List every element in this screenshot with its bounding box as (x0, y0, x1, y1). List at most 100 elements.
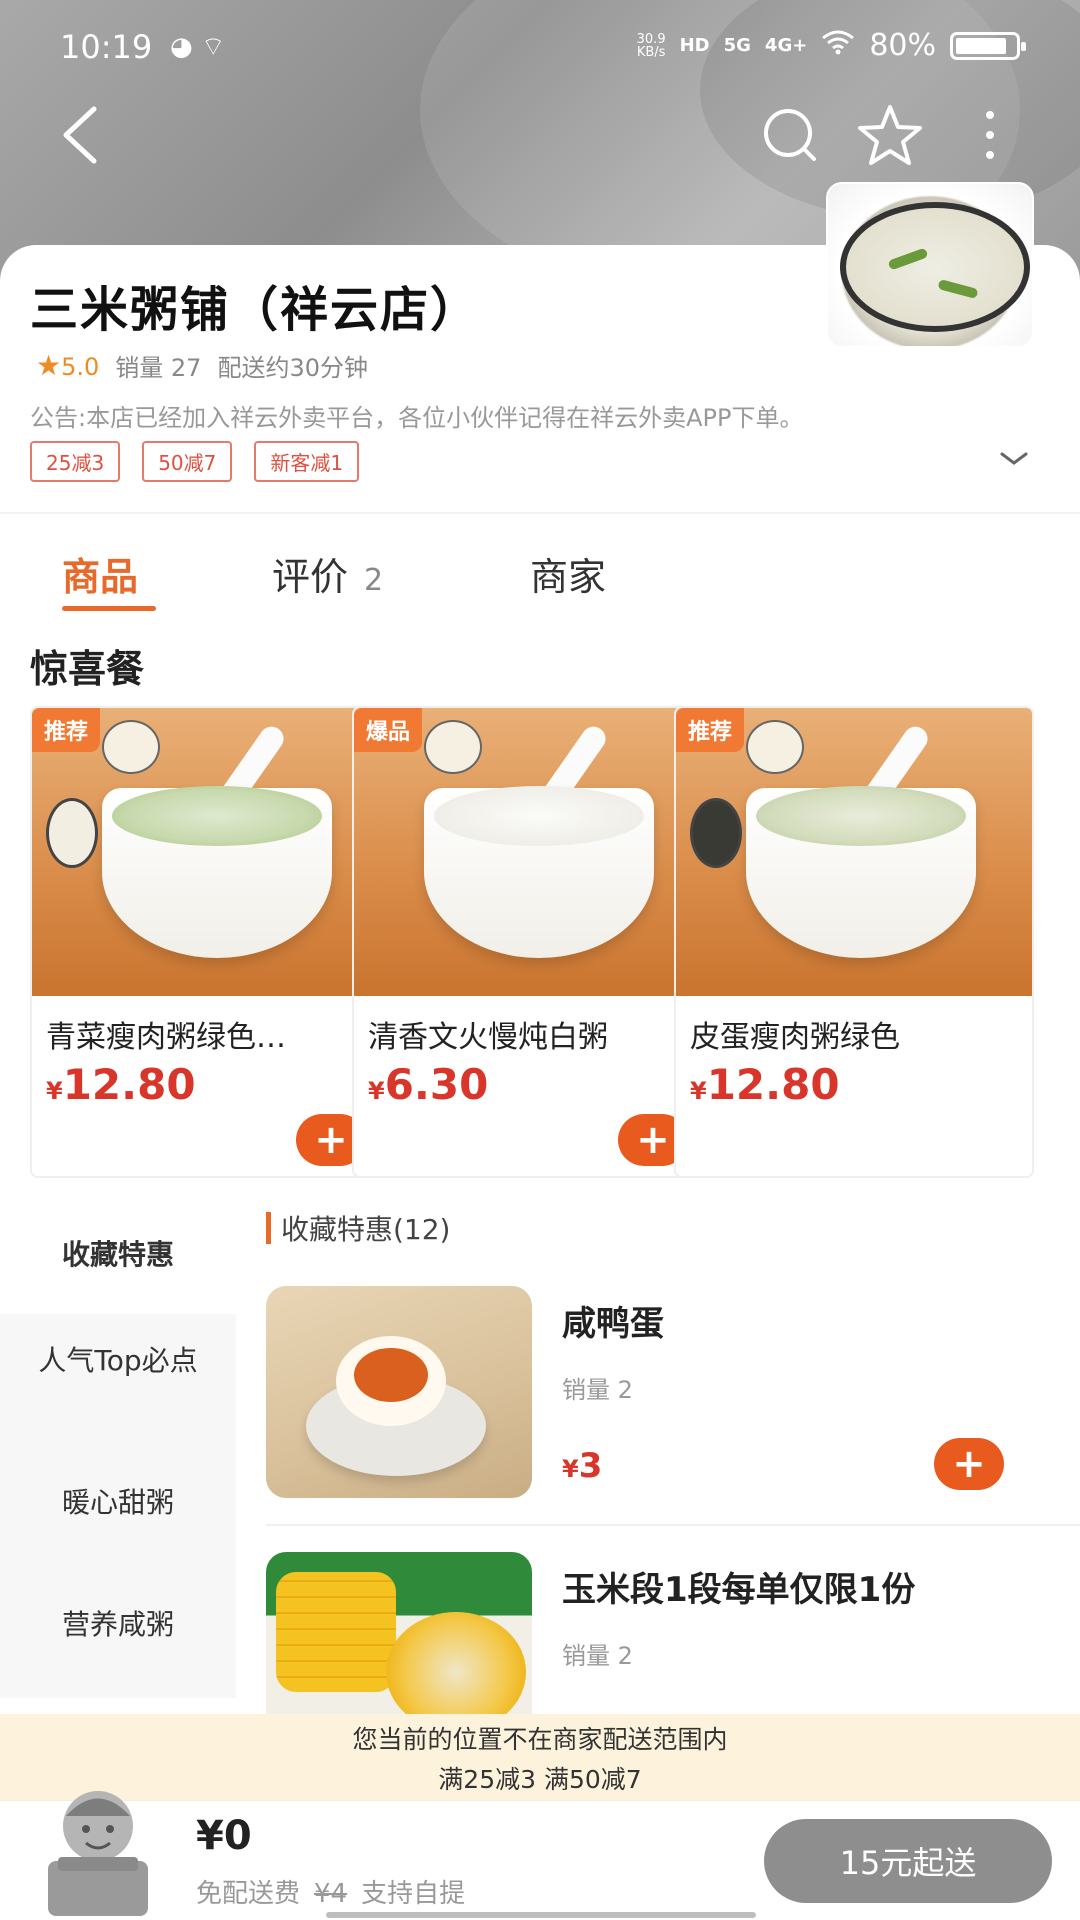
cart-delivery-info: 免配送费 ¥4 支持自提 (196, 1873, 465, 1910)
brand-logo (746, 720, 804, 774)
store-announcement: 公告:本店已经加入祥云外卖平台，各位小伙伴记得在祥云外卖APP下单。 (30, 404, 804, 432)
cart-total: ¥0 (196, 1813, 252, 1859)
cart-mascot-icon[interactable] (28, 1771, 168, 1920)
store-sales: 销量 27 (115, 354, 202, 382)
battery-icon (950, 31, 1026, 60)
search-icon (764, 109, 816, 161)
item-name: 清香文火慢炖白粥 (368, 1020, 608, 1055)
tab-reviews[interactable]: 评价 2 (272, 546, 383, 601)
currency-symbol: ¥ (562, 1455, 579, 1483)
item-name: 青菜瘦肉粥绿色… (46, 1020, 286, 1055)
active-tab-indicator (62, 606, 156, 611)
promo-tag: 25减3 (30, 441, 121, 482)
brand-logo (102, 720, 160, 774)
price-value: 6.30 (384, 1060, 489, 1109)
category-sidebar: 收藏特惠 人气Top必点 暖心甜粥 营养咸粥 (0, 1198, 236, 1698)
pickup-label: 支持自提 (361, 1879, 466, 1909)
more-vertical-icon (986, 111, 994, 159)
store-name: 三米粥铺（祥云店） (30, 282, 481, 338)
item-price: ¥12.80 (46, 1060, 196, 1109)
product-name: 咸鸭蛋 (562, 1304, 664, 1344)
category-header-label: 收藏特惠(12) (281, 1213, 451, 1246)
plus-icon: + (636, 1117, 670, 1163)
status-right-group: 30.9 KB/s HD 5G 4G+ 80% (637, 28, 1026, 63)
currency-symbol: ¥ (690, 1077, 707, 1105)
sidebar-item-savory-porridge[interactable]: 营养咸粥 (0, 1608, 236, 1642)
checkout-button[interactable]: 15元起送 (764, 1819, 1052, 1903)
porridge-bowl (840, 202, 1030, 332)
star-filled-icon: ★ (36, 349, 62, 382)
sidebar-item-popular-top[interactable]: 人气Top必点 (0, 1344, 236, 1378)
item-badge: 推荐 (676, 708, 745, 752)
status-bar: 10:19 ◕ ⌔ 30.9 KB/s HD 5G 4G+ 80% (0, 0, 1080, 96)
star-icon (858, 105, 922, 165)
add-to-cart-button[interactable]: + (934, 1438, 1004, 1490)
rating-group: ★5.0 (36, 349, 99, 382)
featured-item-card[interactable]: 推荐 皮蛋瘦肉粥绿色 ¥12.80 (674, 706, 1034, 1178)
porridge (112, 786, 322, 846)
free-delivery-label: 免配送费 (196, 1879, 301, 1909)
favorite-button[interactable] (850, 95, 930, 175)
status-notification-icons: ◕ ⌔ (170, 32, 226, 62)
corn-cob (276, 1572, 396, 1692)
promo-tag: 50减7 (142, 441, 233, 482)
back-button[interactable] (40, 95, 120, 175)
list-item[interactable]: 玉米段1段每单仅限1份 销量 2 (266, 1552, 1066, 1714)
signal-5g-icon: 5G (723, 35, 751, 56)
status-time: 10:19 (60, 28, 153, 66)
network-speed-value: 30.9 (636, 31, 666, 47)
corn-slice (386, 1612, 526, 1714)
currency-symbol: ¥ (368, 1077, 385, 1105)
porridge (756, 786, 966, 846)
product-sales: 销量 2 (562, 1642, 633, 1670)
product-name: 玉米段1段每单仅限1份 (562, 1570, 916, 1610)
product-sales: 销量 2 (562, 1376, 633, 1404)
store-logo-image (826, 182, 1034, 348)
signal-4g-icon: 4G+ (764, 35, 808, 56)
review-count: 2 (364, 563, 384, 598)
battery-percent: 80% (869, 28, 936, 63)
tab-reviews-label: 评价 (272, 555, 349, 599)
item-price: ¥12.80 (690, 1060, 840, 1109)
category-accent-bar (266, 1212, 271, 1244)
wifi-icon (821, 28, 855, 63)
price-value: 3 (578, 1446, 603, 1486)
back-arrow-icon (63, 106, 97, 164)
divider (0, 512, 1080, 514)
store-meta: ★5.0 销量 27 配送约30分钟 (36, 348, 368, 383)
featured-section-title: 惊喜餐 (30, 647, 145, 691)
tab-goods[interactable]: 商品 (62, 546, 138, 601)
tab-store-info[interactable]: 商家 (530, 546, 606, 601)
featured-carousel[interactable]: 推荐 青菜瘦肉粥绿色… ¥12.80 + 爆品 清香文火慢炖白粥 ¥6.30 +… (30, 706, 1080, 1178)
sidebar-item-favorites-deals[interactable]: 收藏特惠 (0, 1198, 236, 1314)
network-speed: 30.9 KB/s (637, 33, 666, 59)
search-button[interactable] (750, 95, 830, 175)
featured-item-card[interactable]: 推荐 青菜瘦肉粥绿色… ¥12.80 + (30, 706, 390, 1178)
price-value: 12.80 (706, 1060, 840, 1109)
store-rating: 5.0 (61, 353, 100, 381)
product-image (266, 1552, 532, 1714)
plus-icon: + (314, 1117, 348, 1163)
promo-tag: 新客减1 (254, 441, 360, 482)
century-egg (690, 798, 742, 868)
divider (266, 1524, 1080, 1526)
product-image (266, 1286, 532, 1498)
price-value: 12.80 (62, 1060, 196, 1109)
item-name: 皮蛋瘦肉粥绿色 (690, 1020, 900, 1055)
item-price: ¥6.30 (368, 1060, 488, 1109)
item-badge: 爆品 (354, 708, 423, 752)
chevron-down-icon[interactable] (996, 448, 1032, 472)
more-options-button[interactable] (950, 95, 1030, 175)
network-speed-unit: KB/s (636, 44, 666, 60)
sidebar-item-sweet-porridge[interactable]: 暖心甜粥 (0, 1486, 236, 1520)
plus-icon: + (952, 1441, 986, 1487)
porridge (434, 786, 644, 846)
egg-yolk (354, 1348, 428, 1402)
home-indicator[interactable] (326, 1912, 756, 1918)
list-item[interactable]: 咸鸭蛋 销量 2 ¥3 + (266, 1286, 1066, 1506)
promo-tags: 25减3 50减7 新客减1 (30, 441, 360, 482)
delivery-time: 配送约30分钟 (217, 354, 368, 382)
item-badge: 推荐 (32, 708, 101, 752)
featured-item-card[interactable]: 爆品 清香文火慢炖白粥 ¥6.30 + (352, 706, 712, 1178)
store-tabs: 商品 评价 2 商家 (0, 530, 1080, 620)
